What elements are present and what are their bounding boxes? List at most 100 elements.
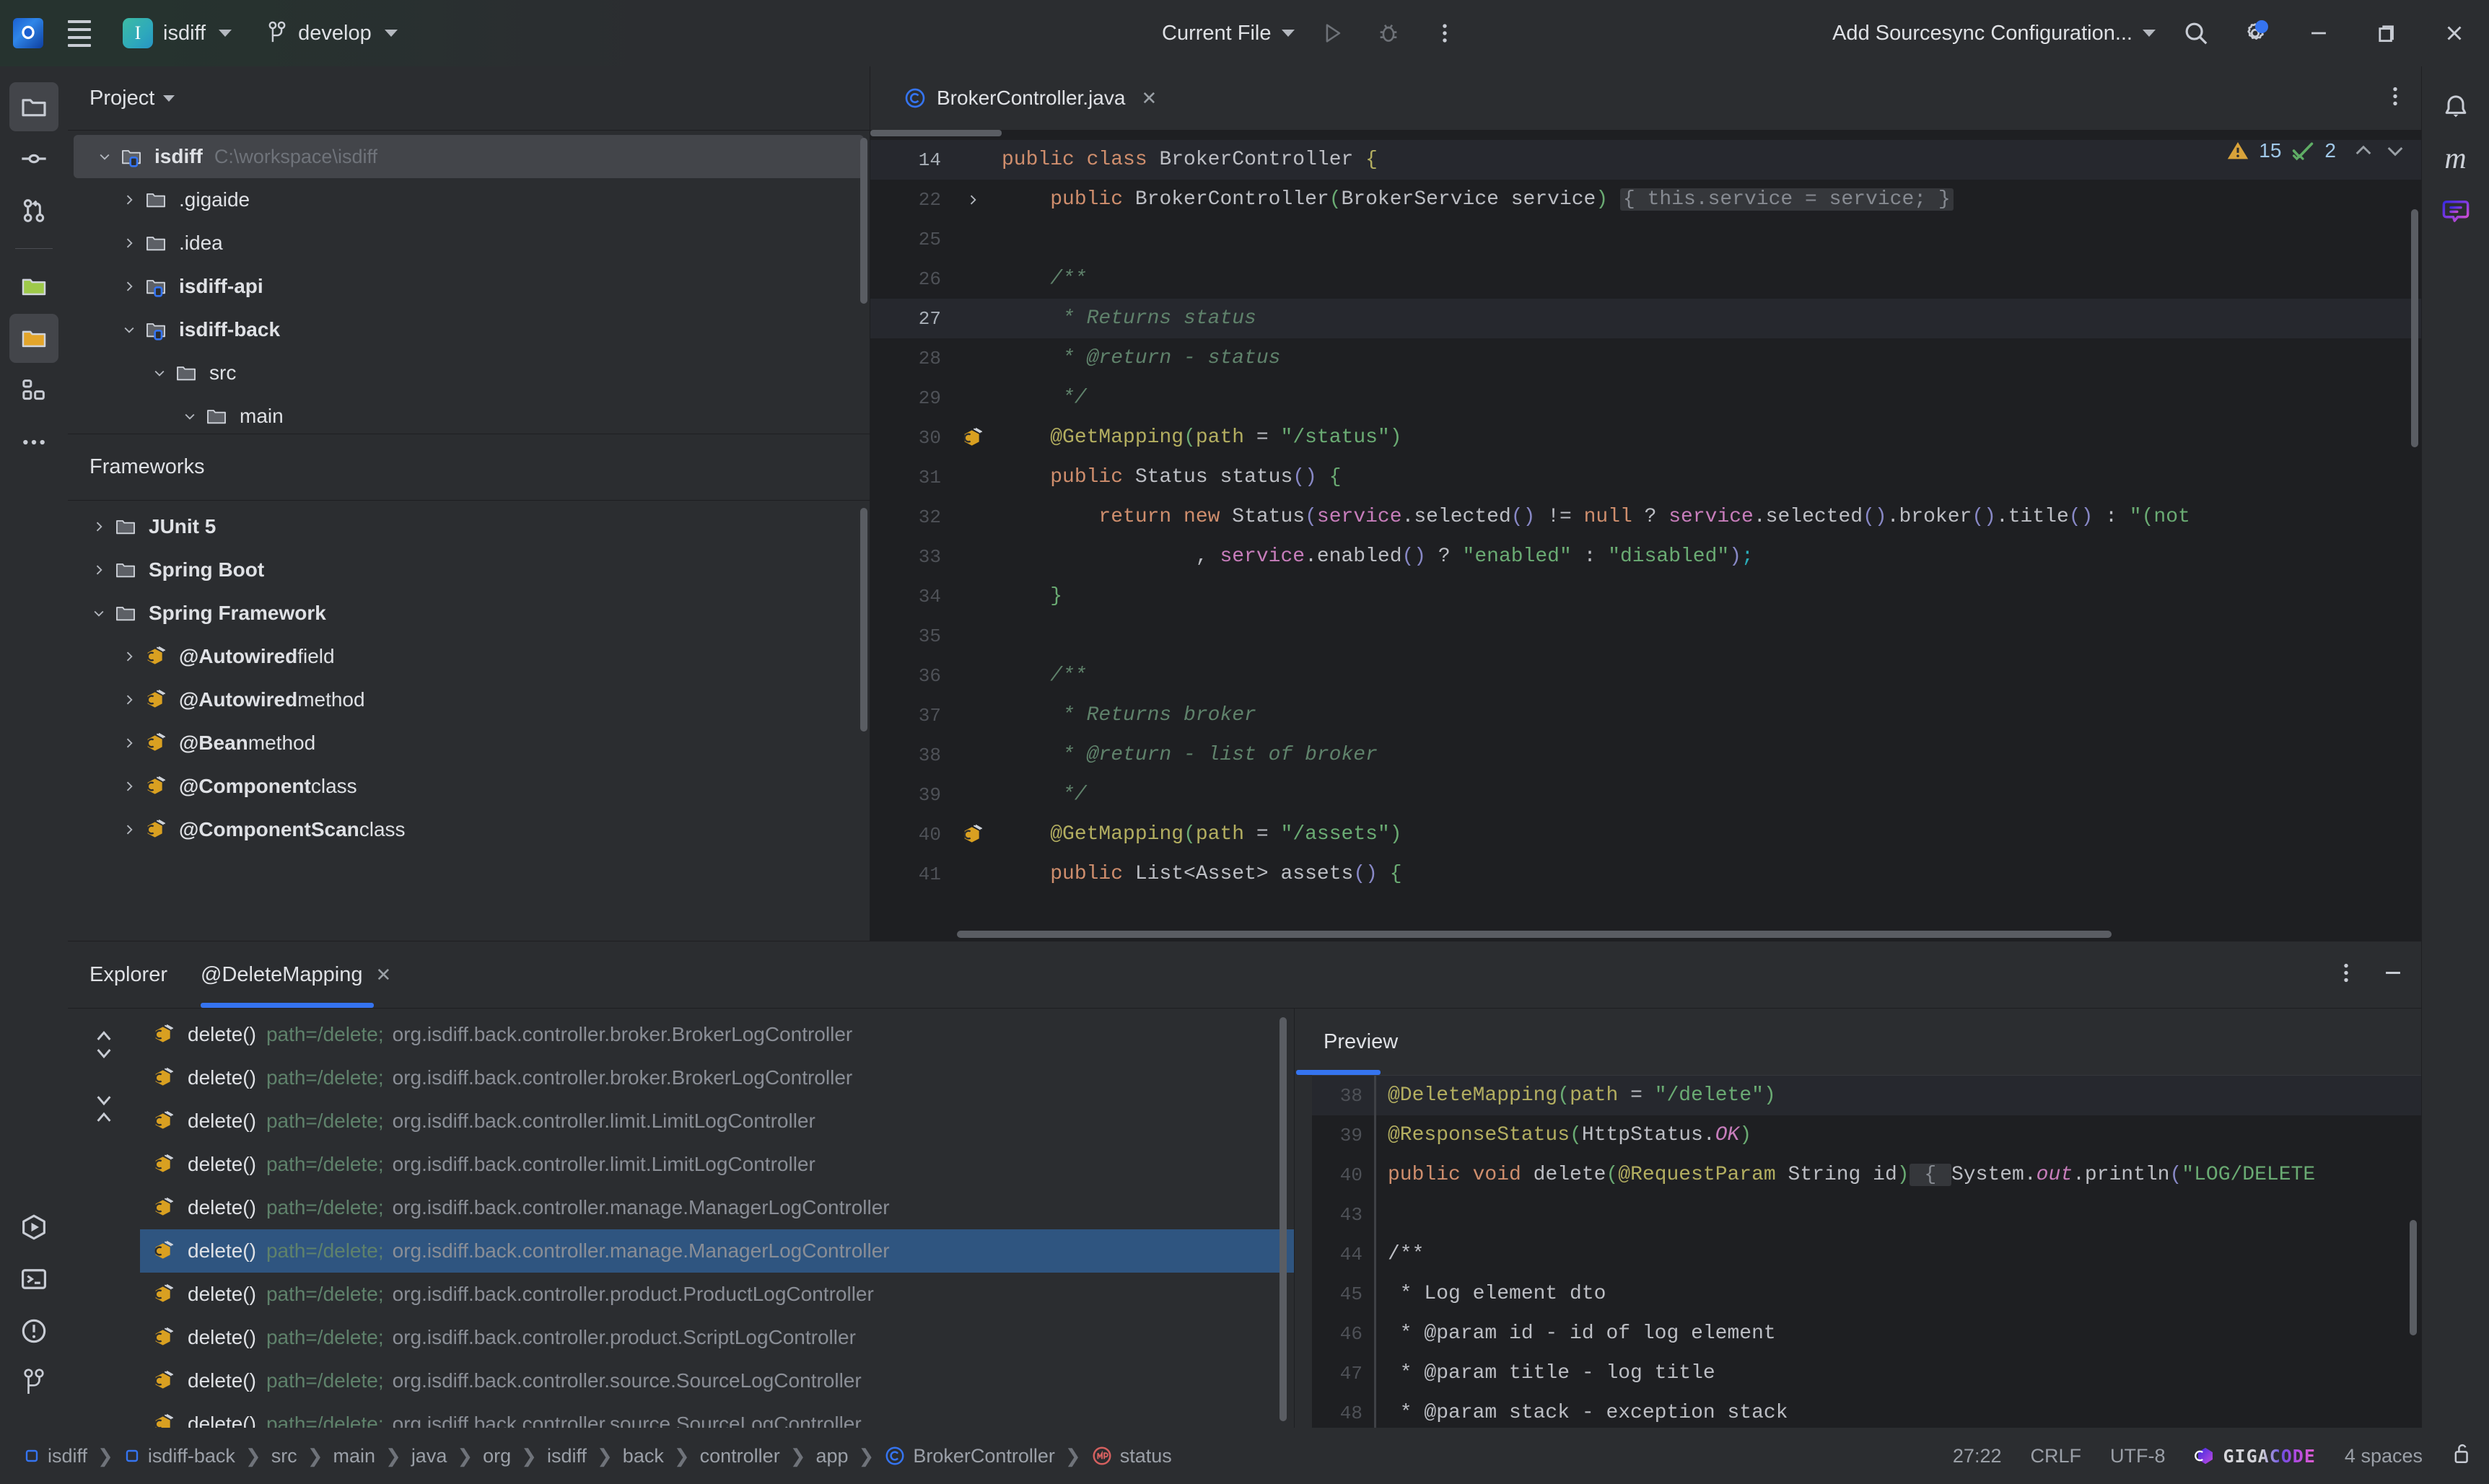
breadcrumb-item[interactable]: BrokerController <box>878 1445 1061 1467</box>
sidebar-item-git[interactable] <box>9 1358 58 1408</box>
frameworks-tree-row[interactable]: JUnit 5 <box>68 505 870 548</box>
editor-horizontal-scrollbar[interactable] <box>957 931 2112 938</box>
code-line[interactable]: 28 * @return - status <box>870 338 2421 378</box>
result-row[interactable]: delete() path=/delete; org.isdiff.back.con… <box>140 1143 1294 1186</box>
frameworks-panel-header[interactable]: Frameworks <box>68 434 870 500</box>
code-line[interactable]: 40 @GetMapping(path = "/assets") <box>870 815 2421 854</box>
preview-line[interactable]: 44 /** <box>1312 1234 2421 1274</box>
sidebar-item-ai-assistant[interactable] <box>2431 186 2480 235</box>
project-widget[interactable]: I isdiff <box>115 14 239 52</box>
editor-tab-brokercontroller[interactable]: BrokerController.java ✕ <box>892 66 1168 130</box>
breadcrumb-item[interactable]: isdiff <box>17 1445 93 1467</box>
sidebar-item-problems[interactable] <box>9 1307 58 1356</box>
preview-code[interactable]: 38 @DeleteMapping(path = "/delete") 39 @Res… <box>1312 1075 2421 1428</box>
close-button[interactable] <box>2431 12 2477 55</box>
project-tree-scrollbar[interactable] <box>860 138 867 304</box>
chevron-down-icon[interactable] <box>178 409 202 423</box>
project-tree-row[interactable]: src <box>68 351 870 395</box>
sidebar-item-notifications[interactable] <box>2431 82 2480 131</box>
results-list[interactable]: delete() path=/delete; org.isdiff.back.con… <box>140 1009 1294 1428</box>
frameworks-tree-row[interactable]: @Autowired method <box>68 678 870 721</box>
code-line[interactable]: 32 return new Status(service.selected() … <box>870 497 2421 537</box>
breadcrumb[interactable]: isdiff ❯ isdiff-back ❯ src ❯ main ❯ java ❯ org ❯ isd… <box>17 1445 1178 1467</box>
line-separator[interactable]: CRLF <box>2030 1445 2081 1467</box>
sidebar-item-run-panel[interactable] <box>9 1203 58 1252</box>
project-tree-row[interactable]: .gigaide <box>68 178 870 221</box>
chevron-down-icon[interactable] <box>117 322 141 337</box>
code-line[interactable]: 29 */ <box>870 378 2421 418</box>
results-scrollbar[interactable] <box>1280 1017 1287 1421</box>
run-more-button[interactable] <box>1426 14 1464 52</box>
code-line[interactable]: 34 } <box>870 576 2421 616</box>
project-tree-row[interactable]: .idea <box>68 221 870 265</box>
tab-deletemapping[interactable]: @DeleteMapping ✕ <box>201 941 391 1008</box>
run-scope-selector[interactable]: Current File <box>1162 22 1295 45</box>
result-row[interactable]: delete() path=/delete; org.isdiff.back.con… <box>140 1229 1294 1273</box>
preview-line[interactable]: 45 * Log element dto <box>1312 1274 2421 1314</box>
breadcrumb-item[interactable]: java <box>406 1445 453 1467</box>
inspection-status[interactable]: 15 2 <box>2226 139 2407 163</box>
project-tree-row[interactable]: isdiff C:\workspace\isdiff <box>74 135 864 178</box>
maximize-button[interactable] <box>2363 12 2410 55</box>
close-icon[interactable]: ✕ <box>376 964 392 986</box>
frameworks-tree-row[interactable]: @Bean method <box>68 721 870 765</box>
file-encoding[interactable]: UTF-8 <box>2110 1445 2166 1467</box>
sidebar-item-green-folder[interactable] <box>9 262 58 311</box>
preview-line[interactable]: 40 public void delete(@RequestParam Strin… <box>1312 1155 2421 1195</box>
chevron-down-icon[interactable] <box>87 606 111 620</box>
result-row[interactable]: delete() path=/delete; org.isdiff.back.con… <box>140 1013 1294 1056</box>
chevron-right-icon[interactable] <box>117 279 141 294</box>
tab-explorer[interactable]: Explorer <box>89 941 167 1008</box>
frameworks-tree-row[interactable]: @Autowired field <box>68 635 870 678</box>
preview-line[interactable]: 47 * @param title - log title <box>1312 1353 2421 1393</box>
frameworks-tree-row[interactable]: @Component class <box>68 765 870 808</box>
chevron-right-icon[interactable] <box>117 649 141 664</box>
caret-position[interactable]: 27:22 <box>1953 1445 2002 1467</box>
indent-setting[interactable]: 4 spaces <box>2345 1445 2423 1467</box>
frameworks-tree-row[interactable]: Spring Boot <box>68 548 870 592</box>
result-row[interactable]: delete() path=/delete; org.isdiff.back.con… <box>140 1186 1294 1229</box>
collapse-all-button[interactable] <box>92 1089 116 1133</box>
chevron-right-icon[interactable] <box>117 693 141 707</box>
code-line[interactable]: 30 @GetMapping(path = "/status") <box>870 418 2421 457</box>
code-line[interactable]: 41 public List<Asset> assets() { <box>870 854 2421 894</box>
result-row[interactable]: delete() path=/delete; org.isdiff.back.con… <box>140 1099 1294 1143</box>
sidebar-item-more[interactable] <box>9 418 58 467</box>
chevron-right-icon[interactable] <box>117 779 141 794</box>
code-viewport[interactable]: 14 public class BrokerController {22 publ… <box>870 130 2421 941</box>
result-row[interactable]: delete() path=/delete; org.isdiff.back.con… <box>140 1359 1294 1402</box>
preview-line[interactable]: 39 @ResponseStatus(HttpStatus.OK) <box>1312 1115 2421 1155</box>
chevron-right-icon[interactable] <box>117 193 141 207</box>
preview-line[interactable]: 38 @DeleteMapping(path = "/delete") <box>1312 1076 2421 1115</box>
debug-button[interactable] <box>1370 14 1407 52</box>
code-line[interactable]: 37 * Returns broker <box>870 695 2421 735</box>
chevron-right-icon[interactable] <box>87 563 111 577</box>
chevron-right-icon[interactable] <box>117 236 141 250</box>
editor-tabs-more-button[interactable] <box>2385 84 2405 113</box>
result-row[interactable]: delete() path=/delete; org.isdiff.back.con… <box>140 1402 1294 1428</box>
close-icon[interactable]: ✕ <box>1141 87 1157 110</box>
code-line[interactable]: 31 public Status status() { <box>870 457 2421 497</box>
project-tree-row[interactable]: main <box>68 395 870 434</box>
code-line[interactable]: 26 /** <box>870 259 2421 299</box>
breadcrumb-item[interactable]: src <box>266 1445 303 1467</box>
frameworks-tree[interactable]: JUnit 5 Spring Boot Spring Framework @Autow… <box>68 501 870 941</box>
gigacode-widget[interactable]: GIGACODE <box>2194 1445 2316 1467</box>
main-menu-button[interactable] <box>62 16 97 51</box>
minimize-button[interactable] <box>2296 12 2342 55</box>
project-tree-row[interactable]: isdiff-back <box>68 308 870 351</box>
sidebar-item-maven[interactable]: m <box>2431 134 2480 183</box>
read-only-toggle[interactable] <box>2451 1441 2473 1471</box>
breadcrumb-item[interactable]: main <box>327 1445 381 1467</box>
project-tree[interactable]: isdiff C:\workspace\isdiff .gigaide .idea is… <box>68 131 870 434</box>
breadcrumb-item[interactable]: isdiff <box>541 1445 592 1467</box>
tab-preview[interactable]: Preview <box>1295 1009 1398 1075</box>
breadcrumb-item[interactable]: controller <box>694 1445 786 1467</box>
code-line[interactable]: 38 * @return - list of broker <box>870 735 2421 775</box>
sidebar-item-structure[interactable] <box>9 366 58 415</box>
frameworks-tree-scrollbar[interactable] <box>860 508 867 732</box>
preview-line[interactable]: 46 * @param id - id of log element <box>1312 1314 2421 1353</box>
breadcrumb-item[interactable]: status <box>1085 1445 1178 1467</box>
breadcrumb-item[interactable]: isdiff-back <box>118 1445 241 1467</box>
frameworks-tree-row[interactable]: Spring Framework <box>68 592 870 635</box>
